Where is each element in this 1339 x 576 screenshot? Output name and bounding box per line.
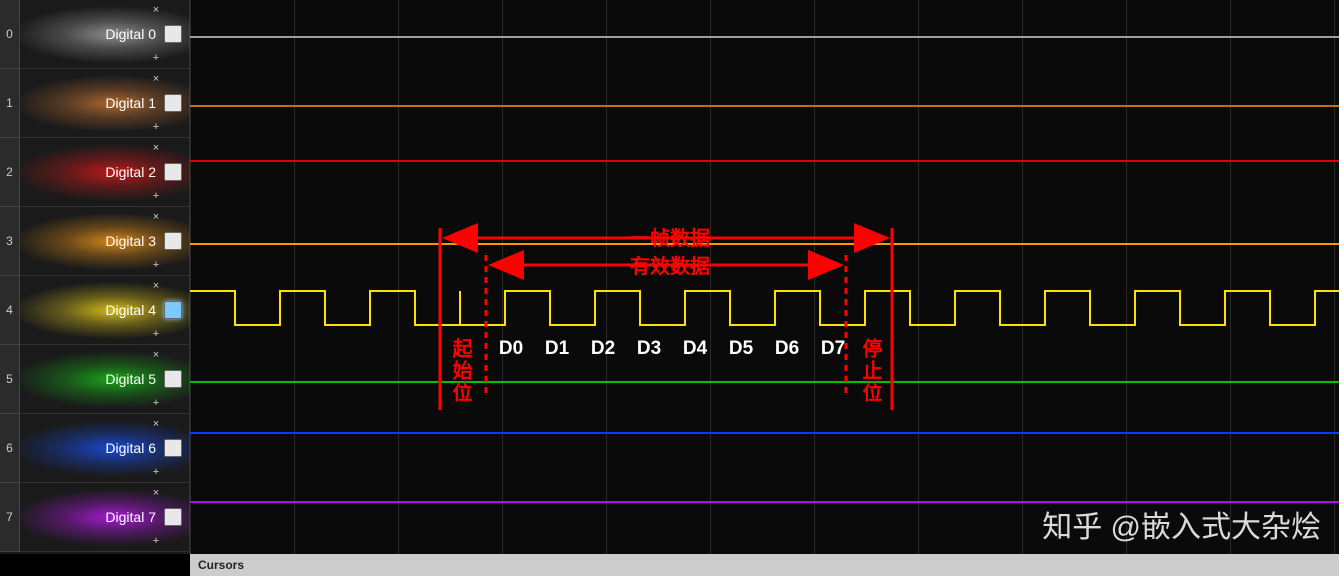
channel-row-6[interactable]: × + Digital 6 bbox=[20, 414, 190, 483]
channel-toggle-7[interactable] bbox=[164, 508, 182, 526]
channel-add-1[interactable]: + bbox=[152, 121, 160, 133]
channel-label-3: Digital 3 bbox=[105, 233, 156, 249]
cursors-panel[interactable]: Cursors bbox=[190, 554, 1339, 576]
channel-label-4: Digital 4 bbox=[105, 302, 156, 318]
channel-index-column: 01234567 bbox=[0, 0, 20, 554]
channel-index-4[interactable]: 4 bbox=[0, 276, 20, 345]
channel-add-0[interactable]: + bbox=[152, 52, 160, 64]
waveform-viewport[interactable] bbox=[190, 0, 1339, 554]
channel-toggle-1[interactable] bbox=[164, 94, 182, 112]
channel-label-5: Digital 5 bbox=[105, 371, 156, 387]
trace-digital-1 bbox=[190, 105, 1339, 107]
channel-remove-4[interactable]: × bbox=[152, 280, 160, 292]
channel-index-2[interactable]: 2 bbox=[0, 138, 20, 207]
cursors-title: Cursors bbox=[198, 558, 244, 572]
trace-digital-4 bbox=[190, 285, 1339, 345]
channel-row-1[interactable]: × + Digital 1 bbox=[20, 69, 190, 138]
channel-toggle-5[interactable] bbox=[164, 370, 182, 388]
channel-row-0[interactable]: × + Digital 0 bbox=[20, 0, 190, 69]
channel-index-1[interactable]: 1 bbox=[0, 69, 20, 138]
channel-row-7[interactable]: × + Digital 7 bbox=[20, 483, 190, 552]
channel-index-0[interactable]: 0 bbox=[0, 0, 20, 69]
channel-toggle-3[interactable] bbox=[164, 232, 182, 250]
channel-index-6[interactable]: 6 bbox=[0, 414, 20, 483]
channel-index-3[interactable]: 3 bbox=[0, 207, 20, 276]
channel-label-6: Digital 6 bbox=[105, 440, 156, 456]
channel-remove-7[interactable]: × bbox=[152, 487, 160, 499]
channel-index-7[interactable]: 7 bbox=[0, 483, 20, 552]
channel-row-4[interactable]: × + Digital 4 bbox=[20, 276, 190, 345]
channel-remove-3[interactable]: × bbox=[152, 211, 160, 223]
channel-remove-2[interactable]: × bbox=[152, 142, 160, 154]
channel-label-2: Digital 2 bbox=[105, 164, 156, 180]
channel-row-3[interactable]: × + Digital 3 bbox=[20, 207, 190, 276]
channel-label-7: Digital 7 bbox=[105, 509, 156, 525]
channel-remove-1[interactable]: × bbox=[152, 73, 160, 85]
watermark-text: 知乎 @嵌入式大杂烩 bbox=[1042, 502, 1321, 546]
trace-digital-0 bbox=[190, 36, 1339, 38]
channel-toggle-4[interactable] bbox=[164, 301, 182, 319]
channel-remove-0[interactable]: × bbox=[152, 4, 160, 16]
trace-digital-6 bbox=[190, 432, 1339, 434]
channel-add-2[interactable]: + bbox=[152, 190, 160, 202]
channel-row-2[interactable]: × + Digital 2 bbox=[20, 138, 190, 207]
trace-digital-3 bbox=[190, 243, 1339, 245]
channel-add-5[interactable]: + bbox=[152, 397, 160, 409]
channel-row-5[interactable]: × + Digital 5 bbox=[20, 345, 190, 414]
channel-sidebar: 01234567 × + Digital 0 × + Digital 1 × + Digital… bbox=[0, 0, 190, 554]
channel-add-4[interactable]: + bbox=[152, 328, 160, 340]
channel-label-1: Digital 1 bbox=[105, 95, 156, 111]
channel-toggle-2[interactable] bbox=[164, 163, 182, 181]
channel-toggle-6[interactable] bbox=[164, 439, 182, 457]
channel-label-0: Digital 0 bbox=[105, 26, 156, 42]
channel-toggle-0[interactable] bbox=[164, 25, 182, 43]
channel-remove-6[interactable]: × bbox=[152, 418, 160, 430]
trace-digital-5 bbox=[190, 381, 1339, 383]
channel-add-3[interactable]: + bbox=[152, 259, 160, 271]
channel-add-6[interactable]: + bbox=[152, 466, 160, 478]
channel-index-5[interactable]: 5 bbox=[0, 345, 20, 414]
trace-digital-2 bbox=[190, 160, 1339, 162]
channel-add-7[interactable]: + bbox=[152, 535, 160, 547]
channel-remove-5[interactable]: × bbox=[152, 349, 160, 361]
